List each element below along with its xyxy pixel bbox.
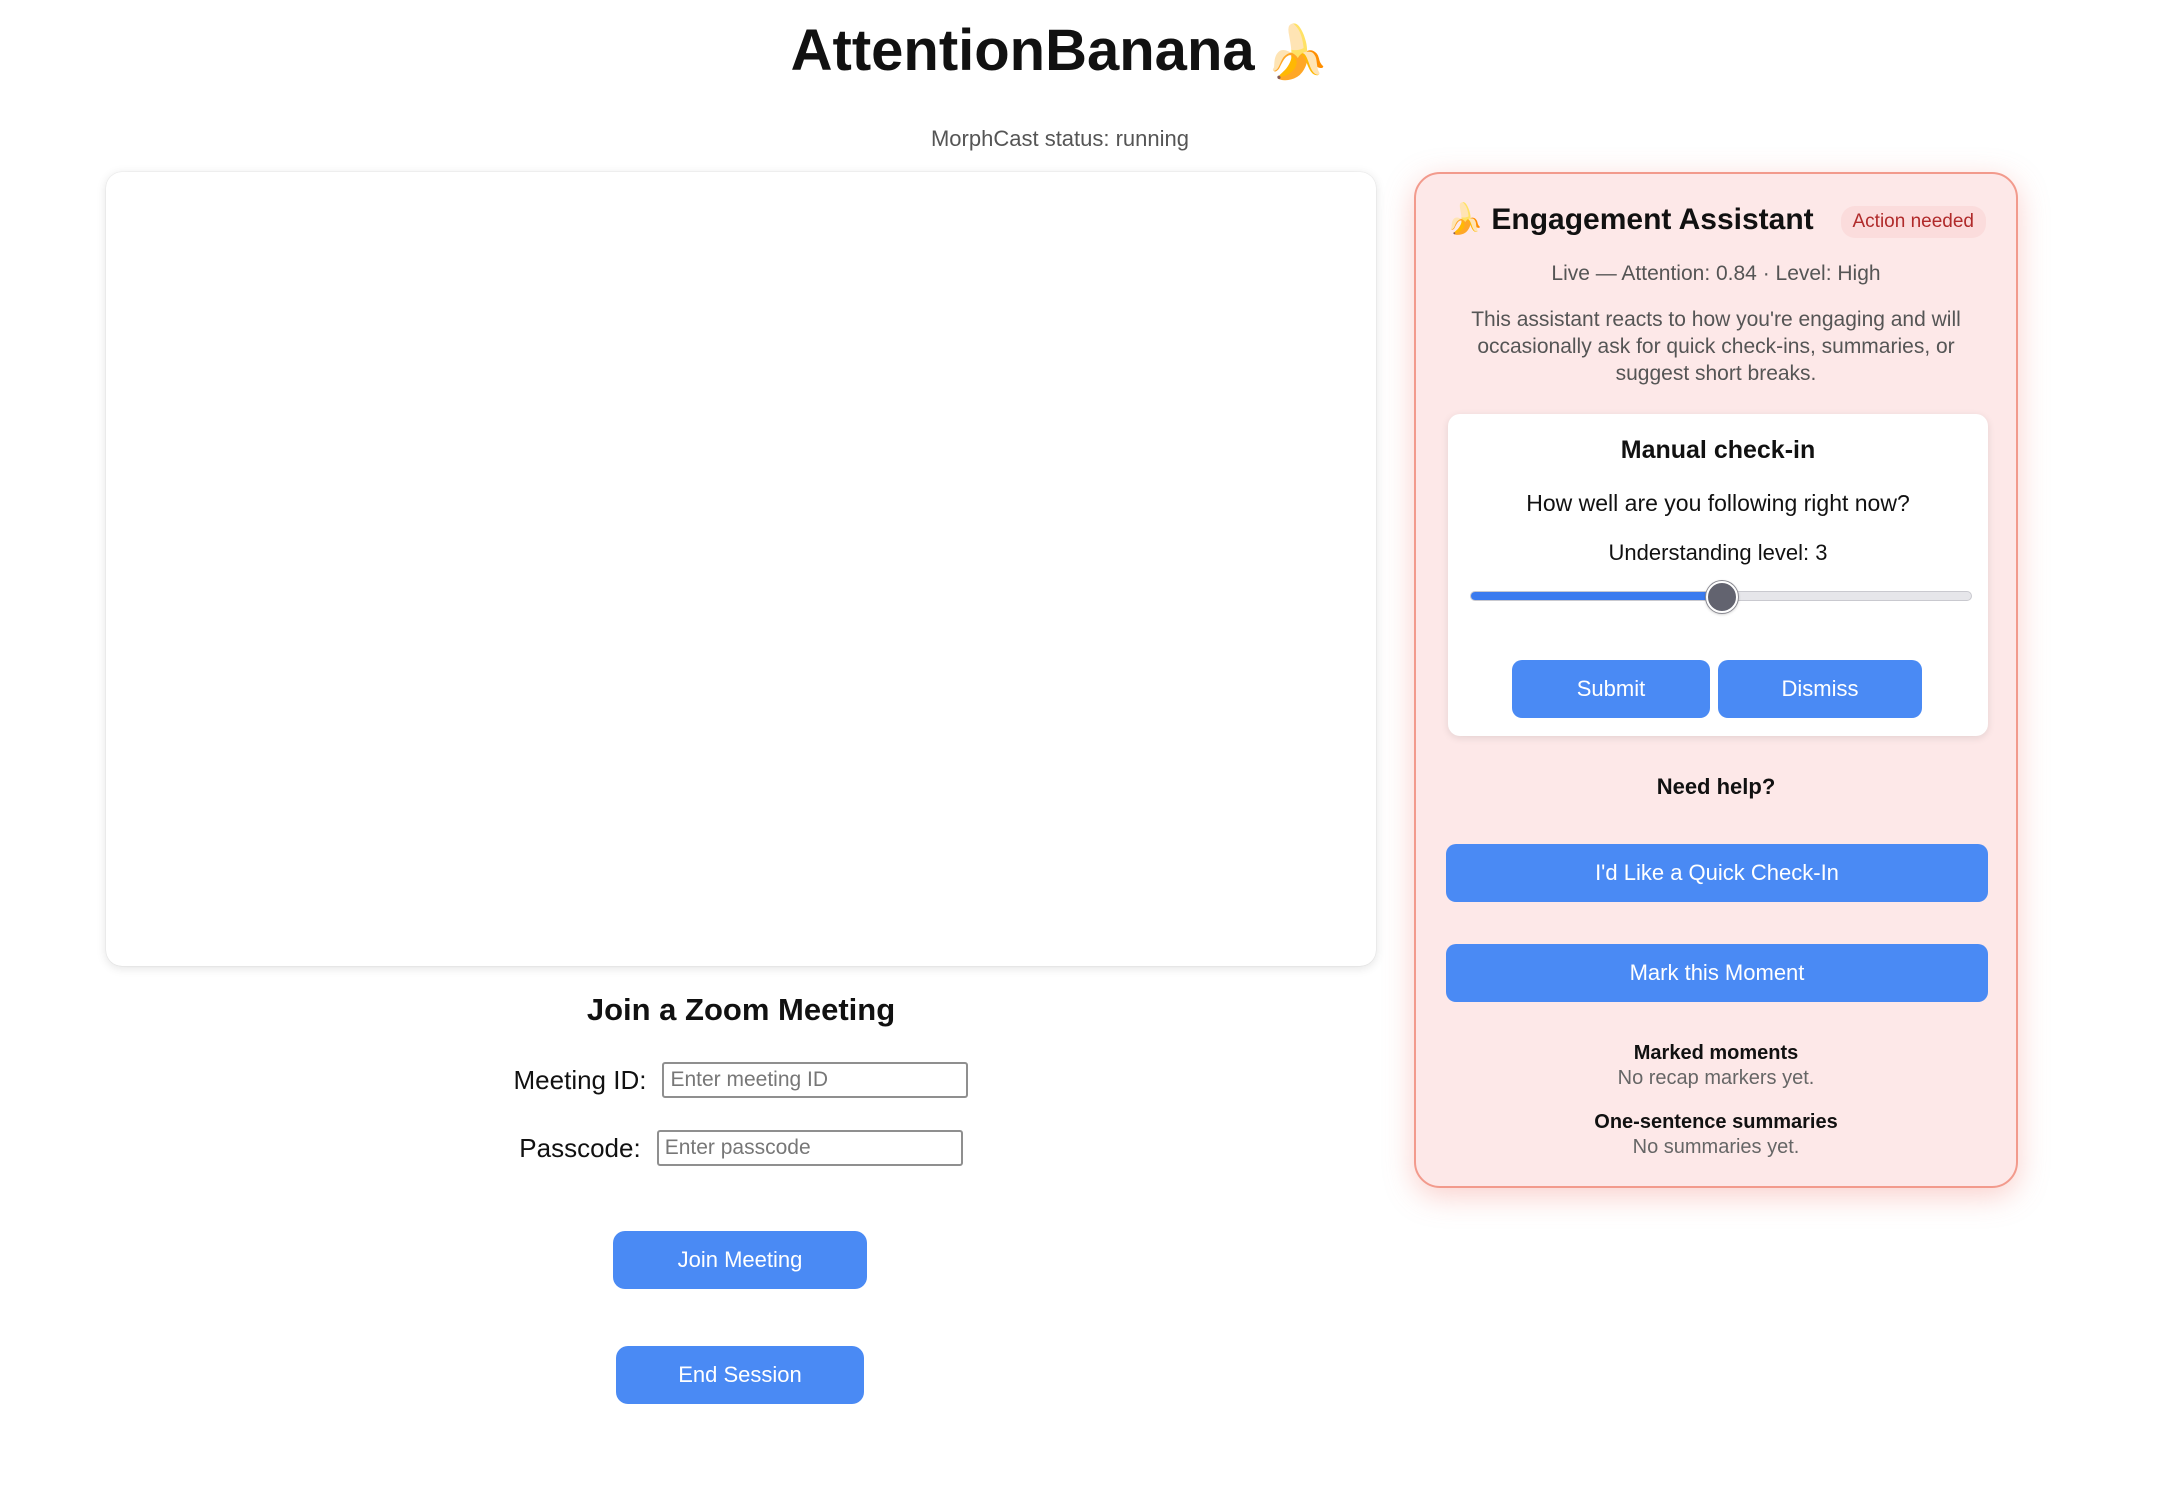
passcode-label: Passcode: <box>519 1132 641 1163</box>
meeting-id-label: Meeting ID: <box>513 1064 647 1095</box>
morphcast-status: MorphCast status: running <box>930 126 1190 151</box>
live-attention-status: Live — Attention: 0.84 · Level: High <box>1551 262 1881 285</box>
end-session-button[interactable]: End Session <box>616 1346 864 1404</box>
meeting-id-input[interactable] <box>662 1062 969 1098</box>
dismiss-button[interactable]: Dismiss <box>1718 660 1922 718</box>
marked-moments-title: Marked moments <box>1633 1042 1799 1064</box>
slider-fill <box>1471 592 1721 600</box>
passcode-row: Passcode: <box>106 1130 1376 1166</box>
assistant-description: This assistant reacts to how you're enga… <box>1471 308 1961 385</box>
banana-icon: 🍌 <box>1264 24 1330 82</box>
action-needed-badge: Action needed <box>1840 206 1986 238</box>
need-help-heading: Need help? <box>1656 774 1776 799</box>
summaries-empty: No summaries yet. <box>1632 1136 1800 1158</box>
understanding-level-label: Understanding level: 3 <box>1608 540 1828 565</box>
banana-icon: 🍌 <box>1446 203 1484 236</box>
summaries-title: One-sentence summaries <box>1594 1111 1838 1133</box>
checkin-title: Manual check-in <box>1620 436 1816 464</box>
assistant-header: 🍌 Engagement Assistant <box>1446 202 1814 237</box>
meeting-id-row: Meeting ID: <box>106 1062 1376 1098</box>
submit-button[interactable]: Submit <box>1512 660 1710 718</box>
app-title: AttentionBanana 🍌 <box>0 14 2120 90</box>
video-panel <box>106 172 1376 966</box>
passcode-input[interactable] <box>656 1130 963 1166</box>
slider-thumb[interactable] <box>1706 581 1738 613</box>
assistant-title: Engagement Assistant <box>1491 202 1814 236</box>
app-title-text: AttentionBanana <box>790 18 1255 83</box>
marked-moments-empty: No recap markers yet. <box>1617 1067 1815 1089</box>
checkin-question: How well are you following right now? <box>1526 490 1910 516</box>
join-meeting-title: Join a Zoom Meeting <box>586 992 896 1027</box>
page: AttentionBanana 🍌 MorphCast status: runni… <box>0 0 2158 1490</box>
join-meeting-button[interactable]: Join Meeting <box>613 1231 867 1289</box>
mark-moment-button[interactable]: Mark this Moment <box>1446 944 1988 1002</box>
engagement-assistant-panel: 🍌 Engagement Assistant Action needed Liv… <box>1414 172 2018 1188</box>
quick-checkin-button[interactable]: I'd Like a Quick Check-In <box>1446 844 1988 902</box>
manual-checkin-card: Manual check-in How well are you followi… <box>1448 414 1988 736</box>
understanding-slider[interactable] <box>1470 581 1972 613</box>
